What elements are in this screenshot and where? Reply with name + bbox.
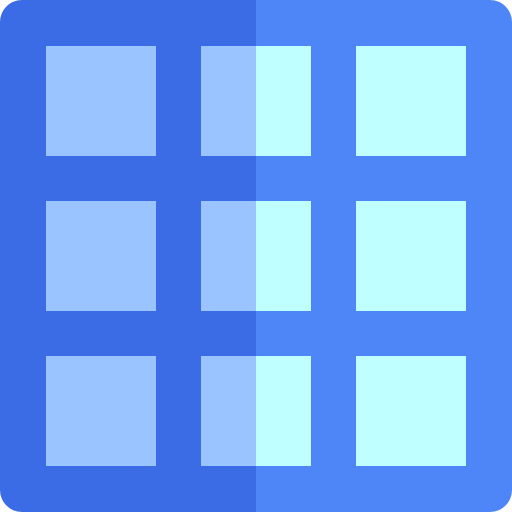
grid-cell-fill bbox=[46, 46, 156, 156]
grid-cell-r3-c1 bbox=[46, 356, 156, 466]
grid-cell-fill bbox=[46, 356, 156, 466]
grid-cell-fill bbox=[356, 201, 466, 311]
grid-cell-r1-c2 bbox=[201, 46, 311, 156]
grid-cell-fill bbox=[46, 201, 156, 311]
grid-cells bbox=[46, 46, 466, 466]
grid-cell-left-half bbox=[201, 356, 256, 466]
grid-cell-right-half bbox=[256, 46, 311, 156]
grid-cell-r2-c2 bbox=[201, 201, 311, 311]
grid-cell-right-half bbox=[256, 201, 311, 311]
grid-cell-left-half bbox=[201, 46, 256, 156]
grid-icon-canvas bbox=[0, 0, 512, 512]
grid-cell-right-half bbox=[256, 356, 311, 466]
grid-cell-left-half bbox=[201, 201, 256, 311]
grid-cell-r2-c1 bbox=[46, 201, 156, 311]
grid-cell-r1-c3 bbox=[356, 46, 466, 156]
grid-cell-r3-c3 bbox=[356, 356, 466, 466]
grid-cell-r1-c1 bbox=[46, 46, 156, 156]
grid-cell-r3-c2 bbox=[201, 356, 311, 466]
grid-cell-fill bbox=[356, 356, 466, 466]
grid-cell-fill bbox=[356, 46, 466, 156]
grid-cell-r2-c3 bbox=[356, 201, 466, 311]
grid-icon bbox=[0, 0, 512, 512]
